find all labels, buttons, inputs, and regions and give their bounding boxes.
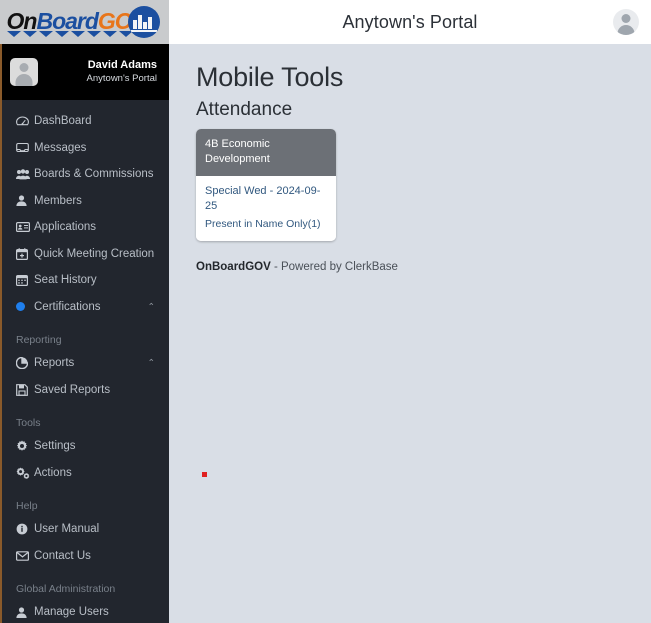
sidebar-navigation: David Adams Anytown's Portal DashBoard M… (0, 44, 169, 623)
sidebar-label: Quick Meeting Creation (34, 247, 155, 260)
sidebar-item-saved-reports[interactable]: Saved Reports (2, 377, 169, 404)
sidebar-item-members[interactable]: Members (2, 188, 169, 215)
logo-wave-decoration (6, 31, 135, 38)
sidebar-label: Seat History (34, 274, 97, 287)
sidebar-label: Saved Reports (34, 383, 111, 396)
page-title: Mobile Tools (196, 62, 344, 92)
sidebar-section-reporting: Reporting (16, 334, 62, 346)
id-card-icon (16, 222, 34, 233)
attendance-card[interactable]: 4B Economic Development Special Wed - 20… (196, 129, 336, 242)
sidebar-section-global-administration: Global Administration (16, 583, 116, 595)
calendar-plus-icon (16, 247, 34, 260)
sidebar-label: Manage Users (34, 606, 109, 619)
sidebar-item-certifications[interactable]: Certifications ⌃ (2, 294, 169, 321)
sidebar-item-applications[interactable]: Applications (2, 214, 169, 241)
sidebar-label: Messages (34, 141, 87, 154)
sidebar-label: DashBoard (34, 115, 92, 128)
sidebar-item-manage-users[interactable]: Manage Users (2, 599, 169, 623)
person-icon (16, 607, 34, 618)
sidebar-item-user-manual[interactable]: User Manual (2, 516, 169, 543)
logo-buildings-icon (132, 14, 155, 29)
application-window: OnBoardGOV Anytown's Portal David Adams … (0, 0, 651, 623)
sidebar-label: Actions (34, 466, 72, 479)
chevron-up-icon[interactable]: ⌃ (147, 358, 155, 369)
user-avatar-icon[interactable] (613, 9, 639, 35)
page-portal-title: Anytown's Portal (342, 11, 478, 32)
calendar-icon (16, 274, 34, 287)
gears-icon (16, 467, 34, 479)
sidebar-item-dashboard[interactable]: DashBoard (2, 108, 169, 135)
sidebar-label: Members (34, 194, 82, 207)
sidebar-item-quick-meeting-creation[interactable]: Quick Meeting Creation (2, 241, 169, 268)
sidebar-label: User Manual (34, 523, 100, 536)
sidebar-item-messages[interactable]: Messages (2, 135, 169, 162)
profile-avatar-icon (10, 58, 38, 86)
sidebar-item-settings[interactable]: Settings (2, 433, 169, 460)
sidebar-item-seat-history[interactable]: Seat History (2, 267, 169, 294)
section-title-attendance: Attendance (196, 99, 293, 120)
footer-note: OnBoardGOV - Powered by ClerkBase (196, 261, 651, 273)
sidebar-item-boards-commissions[interactable]: Boards & Commissions (2, 161, 169, 188)
dashboard-icon (16, 116, 34, 127)
profile-user-name: David Adams (87, 59, 157, 72)
sidebar-item-reports[interactable]: Reports ⌃ (2, 350, 169, 377)
sidebar-label: Contact Us (34, 549, 91, 562)
message-icon (16, 142, 34, 153)
profile-meta: David Adams Anytown's Portal (38, 59, 159, 85)
footer-brand: OnBoardGOV (196, 261, 271, 274)
onboardgov-logo[interactable]: OnBoardGOV (3, 4, 167, 40)
sidebar-label: Reports (34, 357, 75, 370)
person-icon (16, 195, 34, 207)
main-content-area: Mobile Tools Attendance 4B Economic Deve… (169, 44, 651, 623)
red-dot-marker (202, 472, 207, 477)
sidebar-label: Certifications (34, 300, 101, 313)
sidebar-section-tools: Tools (16, 417, 41, 429)
avatar-body-shape (617, 25, 635, 35)
sidebar-label: Settings (34, 440, 76, 453)
chevron-up-icon[interactable]: ⌃ (147, 301, 155, 312)
sidebar-label: Boards & Commissions (34, 168, 154, 181)
attendance-status-text: Present in Name Only(1) (205, 217, 321, 230)
footer-tagline: - Powered by ClerkBase (270, 261, 398, 274)
profile-organization: Anytown's Portal (86, 72, 157, 84)
save-disk-icon (16, 383, 34, 396)
attendance-meeting-link[interactable]: Special Wed - 2024-09-25 (205, 184, 327, 214)
attendance-card-body: Special Wed - 2024-09-25 Present in Name… (196, 176, 336, 242)
envelope-icon (16, 550, 34, 561)
sidebar-section-help: Help (16, 500, 38, 512)
avatar-head-shape (19, 63, 29, 72)
sidebar-item-contact-us[interactable]: Contact Us (2, 543, 169, 570)
sidebar-label: Applications (34, 221, 97, 234)
attendance-card-board-name: 4B Economic Development (196, 129, 336, 176)
certification-dot-icon (16, 302, 34, 312)
top-header-bar: Anytown's Portal (169, 0, 651, 44)
gear-icon (16, 440, 34, 452)
group-icon (16, 168, 34, 180)
brand-logo-strip[interactable]: OnBoardGOV (0, 0, 169, 44)
avatar-body-shape (15, 74, 33, 86)
sidebar-user-profile[interactable]: David Adams Anytown's Portal (2, 44, 169, 100)
info-circle-icon (16, 523, 34, 535)
logo-city-badge-icon (127, 6, 160, 38)
avatar-head-shape (621, 14, 631, 23)
pie-chart-icon (16, 357, 34, 370)
sidebar-item-actions[interactable]: Actions (2, 460, 169, 487)
logo-badge-baseline (130, 30, 157, 32)
